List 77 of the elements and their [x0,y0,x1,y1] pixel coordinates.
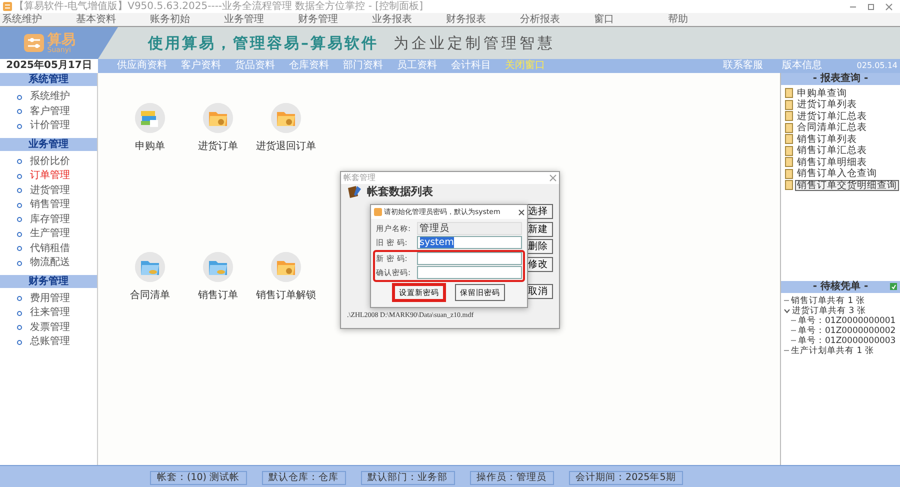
collapse-caret-icon[interactable] [784,308,790,314]
menu-item[interactable]: 账务初始 [148,13,222,26]
tile-label[interactable]: 进货退回订单 [252,139,320,154]
sidebar-item[interactable]: 计价管理 [0,119,97,134]
tile-label[interactable]: 销售订单 [184,288,252,303]
report-item[interactable]: 销售订单交货明细查询 [795,180,899,191]
menu-item[interactable]: 窗口 [592,13,666,26]
report-item[interactable]: 合同清单汇总表 [795,122,869,134]
input-field[interactable]: system [416,236,522,249]
menu-item[interactable]: 财务报表 [444,13,518,26]
section-header: 系统管理 [0,73,97,86]
input-field[interactable] [416,266,522,279]
sidebar-item[interactable]: 进货管理 [0,184,97,198]
tree-item[interactable]: 销售订单共有 1 张 [791,296,865,306]
dialog-heading: 帐套数据列表 [367,184,433,200]
close-icon[interactable] [884,2,892,10]
sidebar-item[interactable]: 总账管理 [0,335,97,350]
report-item[interactable]: 销售订单入仓查询 [795,168,879,180]
restore-icon[interactable] [866,2,874,10]
logo-text: 算易 [47,32,76,46]
sidebar-item[interactable]: 订单管理 [0,169,97,184]
tile-label[interactable]: 进货订单 [184,139,252,154]
tree-item[interactable]: 单号：01Z0000000001 [798,316,896,326]
tree-item[interactable]: 单号：01Z0000000003 [798,336,896,346]
book-pen-icon [346,185,362,199]
sidebar-item[interactable]: 费用管理 [0,292,97,306]
report-item[interactable]: 销售订单明细表 [795,156,869,168]
sidebar-item[interactable]: 库存管理 [0,212,97,227]
menu-item[interactable]: 基本资料 [74,13,148,26]
status-field: 操作员：管理员 [470,471,554,485]
app-icon [2,2,12,11]
report-item[interactable]: 申购单查询 [795,88,849,99]
report-item[interactable]: 销售订单汇总表 [795,145,869,156]
sidebar-item[interactable]: 客户管理 [0,104,97,119]
menu-item[interactable]: 系统维护 [0,13,74,26]
tree-item[interactable]: 进货订单共有 3 张 [792,306,866,316]
section-header: 业务管理 [0,138,97,150]
input-field[interactable] [416,252,522,265]
tile-label[interactable]: 合同清单 [116,288,184,303]
window-title: 【算易软件-电气增值版】V950.5.63.2025----业务全流程管理 数据全方位掌控 - [控制面板] [14,0,423,13]
readonly-field: 管理员 [416,222,522,235]
sidebar-item[interactable]: 销售管理 [0,198,97,212]
banner-slogan: 使用算易，管理容易–算易软件 [148,32,378,54]
sidebar-item[interactable]: 系统维护 [0,90,97,104]
status-field: 会计期间：2025年5期 [568,471,683,485]
status-field: 默认仓库：仓库 [262,471,346,485]
section-header: 财务管理 [0,274,97,288]
date-label: 025.05.14 [856,60,898,72]
menu-item[interactable]: 财务管理 [296,13,370,26]
sidebar-item[interactable]: 往来管理 [0,306,97,320]
tile-label[interactable]: 申购单 [116,139,184,154]
app-icon [374,208,382,216]
tile-label[interactable]: 销售订单解锁 [252,288,320,303]
close-icon[interactable] [518,208,524,216]
report-item[interactable]: 进货订单列表 [795,99,859,110]
refresh-icon[interactable] [890,283,897,290]
logo-icon [22,33,45,53]
report-item[interactable]: 销售订单列表 [795,134,859,145]
panel-header: - 待核凭单 - [812,281,868,293]
date-label: 2025年05月17日 [0,59,98,73]
sidebar-item[interactable]: 发票管理 [0,320,97,335]
sidebar-item[interactable]: 物流配送 [0,256,97,270]
menu-item[interactable]: 业务报表 [370,13,444,26]
sidebar-item[interactable]: 生产管理 [0,227,97,242]
sidebar-item[interactable]: 报价比价 [0,154,97,169]
tree-item[interactable]: 生产计划单共有 1 张 [791,346,874,356]
status-field: 默认部门：业务部 [360,471,455,485]
sidebar-item[interactable]: 代销租借 [0,242,97,256]
status-field: 帐套：(10) 测试帐 [150,471,247,485]
tree-item[interactable]: 单号：01Z0000000002 [798,326,896,336]
menu-item[interactable]: 帮助 [666,13,740,26]
menu-item[interactable]: 分析报表 [518,13,592,26]
panel-header: - 报表查询 - [781,73,900,85]
menu-item[interactable]: 业务管理 [222,13,296,26]
dialog-title: 帐套管理 [344,172,376,184]
banner-motto: 为企业定制管理智慧 [394,32,556,54]
report-item[interactable]: 进货订单汇总表 [795,110,869,122]
